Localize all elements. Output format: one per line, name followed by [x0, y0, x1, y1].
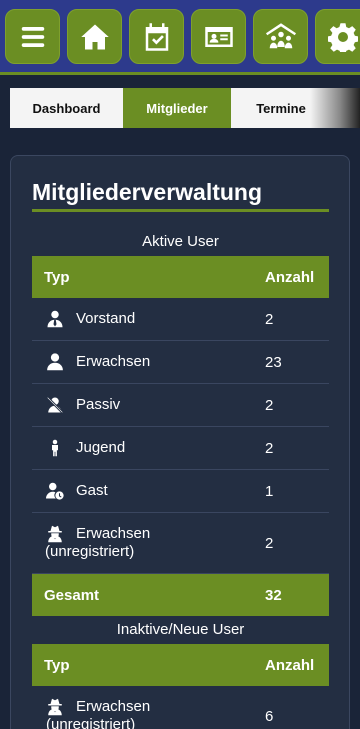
row-label: Erwachsen — [76, 698, 151, 715]
tab-overflow[interactable] — [331, 88, 360, 128]
calendar-check-icon — [145, 22, 168, 51]
page-title: Mitgliederverwaltung — [32, 179, 263, 205]
table-row: Vorstand 2 — [32, 298, 329, 341]
column-type-header: Typ — [44, 656, 70, 674]
tab-mitglieder[interactable]: Mitglieder — [123, 88, 231, 128]
user-tie-icon — [46, 310, 64, 328]
table-row: Erwachsen 23 — [32, 341, 329, 384]
table-row: Passiv 2 — [32, 384, 329, 427]
table-row: Erwachsen (unregistriert) 6 — [32, 686, 329, 729]
home-icon — [80, 24, 109, 49]
active-users-caption: Aktive User — [142, 233, 219, 250]
row-count: 2 — [265, 310, 274, 328]
table-header: Typ Anzahl — [32, 256, 329, 298]
user-clock-icon — [46, 482, 64, 500]
row-label-detail: (unregistriert) — [45, 543, 135, 560]
row-count: 2 — [265, 534, 274, 552]
gear-icon — [327, 22, 358, 52]
table-row: Jugend 2 — [32, 427, 329, 470]
row-count: 2 — [265, 396, 274, 414]
row-count: 6 — [265, 707, 274, 725]
tab-dashboard[interactable]: Dashboard — [10, 88, 123, 128]
user-secret-icon — [46, 698, 64, 716]
column-type-header: Typ — [44, 268, 70, 286]
active-users-table: Typ Anzahl Vorstand 2 Erwachsen 23 Passi… — [32, 256, 329, 616]
user-slash-icon — [46, 396, 64, 414]
title-divider — [32, 209, 329, 212]
column-count-header: Anzahl — [265, 656, 315, 674]
settings-button[interactable] — [315, 9, 360, 64]
row-count: 2 — [265, 439, 274, 457]
row-count: 1 — [265, 482, 274, 500]
row-count: 23 — [265, 353, 282, 371]
row-label: Jugend — [76, 439, 126, 456]
table-row: Gast 1 — [32, 470, 329, 513]
row-label: Erwachsen — [76, 353, 151, 370]
menu-icon — [21, 26, 44, 47]
user-icon — [46, 353, 64, 371]
user-secret-icon — [46, 525, 64, 543]
members-card-button[interactable] — [191, 9, 246, 64]
tab-termine[interactable]: Termine — [231, 88, 331, 128]
home-button[interactable] — [67, 9, 122, 64]
inactive-users-table: Typ Anzahl Erwachsen (unregistriert) 6 — [32, 644, 329, 729]
row-label-detail: (unregistriert) — [46, 716, 136, 729]
row-label: Gast — [76, 482, 108, 499]
total-label: Gesamt — [44, 586, 100, 604]
row-label: Erwachsen — [76, 525, 151, 542]
tab-bar: Dashboard Mitglieder Termine — [10, 88, 360, 128]
top-navbar — [0, 0, 360, 75]
menu-button[interactable] — [5, 9, 60, 64]
groups-button[interactable] — [253, 9, 308, 64]
id-card-icon — [204, 26, 233, 47]
row-label: Vorstand — [76, 310, 136, 327]
column-count-header: Anzahl — [265, 268, 315, 286]
table-header: Typ Anzahl — [32, 644, 329, 686]
people-roof-icon — [265, 22, 296, 48]
inactive-users-caption: Inaktive/Neue User — [116, 621, 245, 638]
child-icon — [46, 439, 64, 457]
total-count: 32 — [265, 586, 282, 604]
row-label: Passiv — [76, 396, 121, 413]
table-row: Erwachsen (unregistriert) 2 — [32, 513, 329, 574]
table-total-row: Gesamt 32 — [32, 574, 329, 616]
calendar-button[interactable] — [129, 9, 184, 64]
members-card: Mitgliederverwaltung Aktive User Typ Anz… — [10, 155, 350, 729]
